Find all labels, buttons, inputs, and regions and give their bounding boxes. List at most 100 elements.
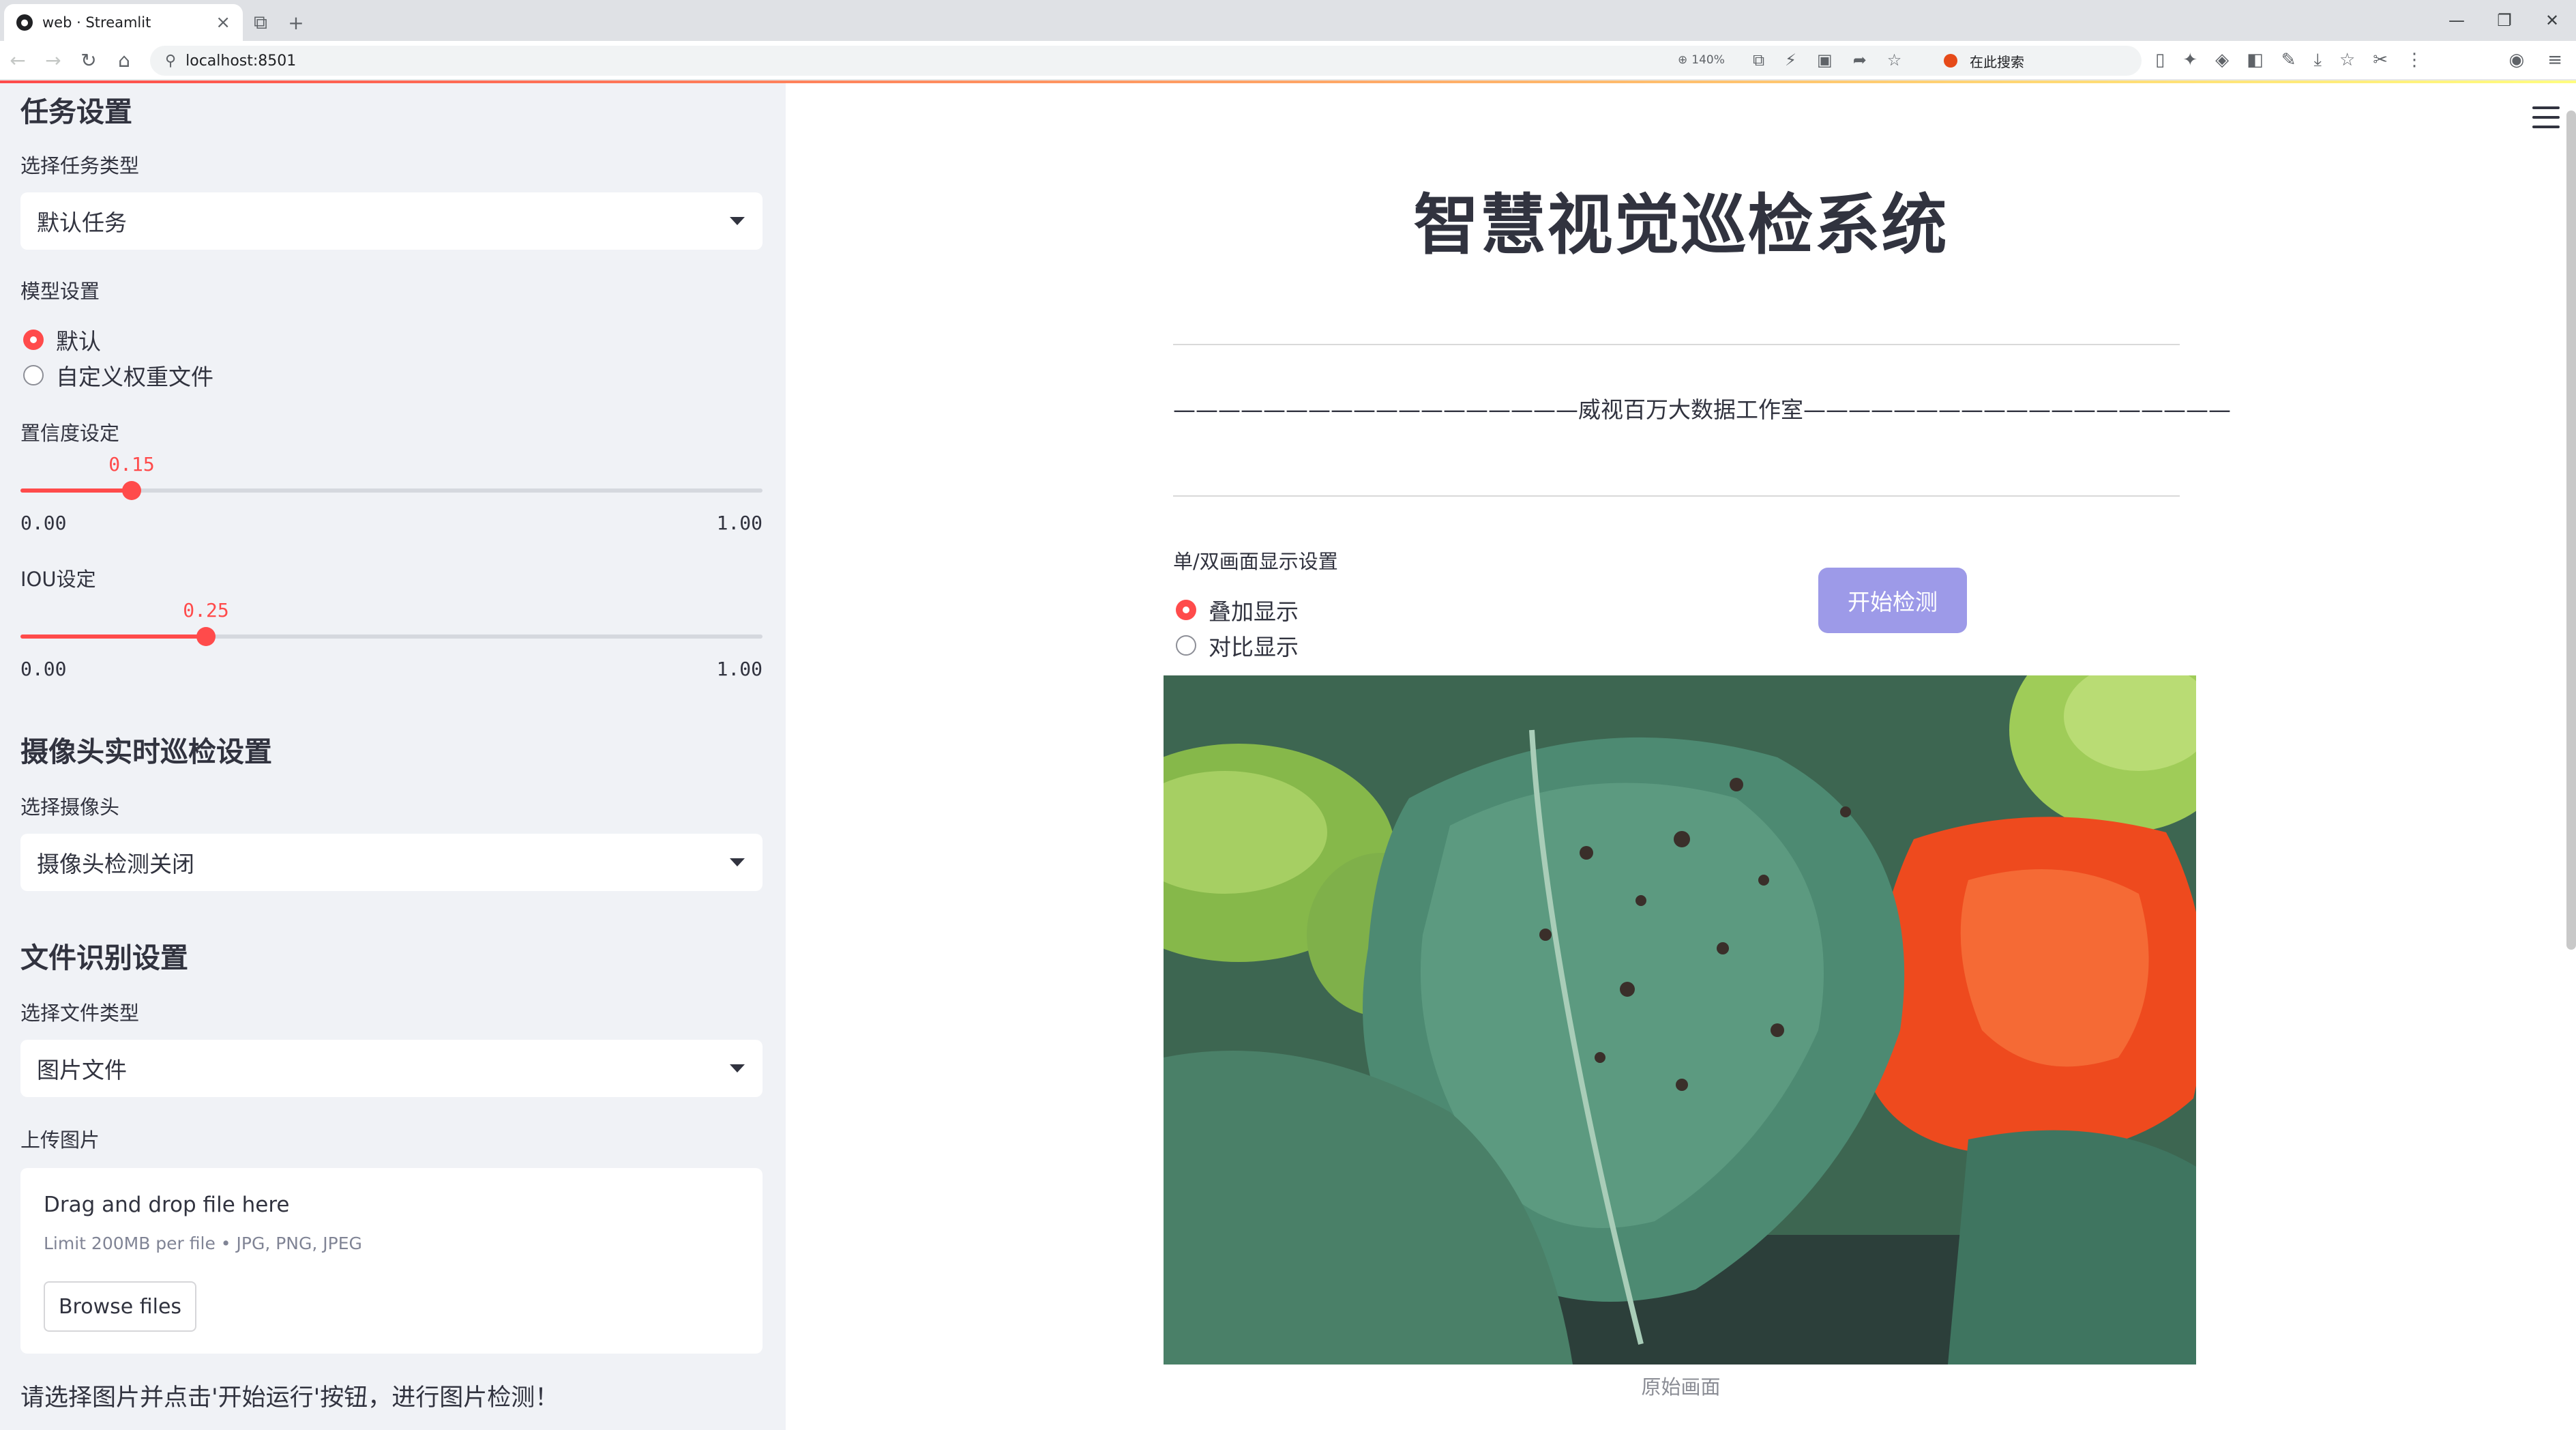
task-type-label: 选择任务类型 [20, 154, 140, 177]
bookmark-star-icon[interactable]: ☆ [1887, 50, 1902, 70]
chevron-down-icon [730, 217, 745, 225]
minimize-button[interactable]: — [2433, 0, 2481, 41]
iou-label: IOU设定 [20, 568, 96, 591]
slider-thumb[interactable] [122, 481, 142, 500]
camera-value: 摄像头检测关闭 [37, 851, 194, 877]
home-icon[interactable]: ⌂ [106, 40, 142, 80]
file-type-value: 图片文件 [37, 1057, 127, 1083]
avatar[interactable]: ◉ [2509, 50, 2525, 70]
dropzone-title: Drag and drop file here [44, 1193, 290, 1217]
start-detection-button[interactable]: 开始检测 [1818, 568, 1967, 633]
pen-icon[interactable]: ✎ [2281, 50, 2296, 71]
model-option-label: 默认 [56, 328, 101, 355]
model-option-custom[interactable]: 自定义权重文件 [23, 359, 213, 392]
download-icon[interactable]: ⤓ [2313, 50, 2322, 71]
display-mode-label: 单/双画面显示设置 [1173, 550, 1338, 573]
url-bar-actions: ⧉ ⚡ ▣ ➦ ☆ [1753, 50, 1901, 70]
browser-search-box[interactable]: 在此搜索 [1937, 48, 2142, 74]
task-settings-heading: 任务设置 [20, 96, 132, 128]
studio-subtitle: ——————————————————威视百万大数据工作室————————————… [1173, 396, 2231, 423]
extension-icon[interactable]: ◈ [2215, 50, 2229, 71]
zoom-icon: ⊕ [1678, 53, 1688, 67]
chevron-down-icon [730, 858, 745, 866]
translate-icon[interactable]: ⧉ [1753, 50, 1764, 70]
iou-max: 1.00 [716, 658, 763, 680]
share-icon[interactable]: ➦ [1853, 50, 1867, 70]
ai-sparkle-icon[interactable]: ✦ [2182, 50, 2197, 71]
zoom-level: 140% [1691, 53, 1725, 67]
screenshot-icon[interactable]: ▣ [1817, 50, 1833, 70]
camera-settings-heading: 摄像头实时巡检设置 [20, 735, 272, 768]
iou-min: 0.00 [20, 658, 67, 680]
back-arrow-icon[interactable]: ← [0, 40, 35, 80]
profile-area: ◉ ≡ [2509, 50, 2562, 70]
file-settings-heading: 文件识别设置 [20, 942, 188, 974]
radio-unselected-icon[interactable] [1176, 635, 1196, 656]
iou-value: 0.25 [183, 599, 229, 622]
display-option-label: 叠加显示 [1209, 598, 1299, 625]
divider [1173, 344, 2180, 345]
radio-selected-icon[interactable] [1176, 600, 1196, 620]
more-vert-icon[interactable]: ⋮ [2405, 50, 2423, 71]
tab-close-icon[interactable]: × [216, 12, 231, 33]
search-placeholder: 在此搜索 [1970, 53, 2024, 70]
lightning-icon[interactable]: ⚡ [1785, 50, 1796, 70]
iou-slider[interactable] [20, 627, 763, 646]
model-option-default[interactable]: 默认 [23, 323, 101, 356]
confidence-max: 1.00 [716, 512, 763, 534]
task-type-value: 默认任务 [37, 209, 127, 236]
forward-arrow-icon[interactable]: → [35, 40, 71, 80]
slider-fill [20, 634, 206, 639]
upload-hint-text: 请选择图片并点击'开始运行'按钮，进行图片检测！ [20, 1384, 559, 1412]
slider-fill [20, 488, 132, 493]
file-uploader-dropzone[interactable]: Drag and drop file here Limit 200MB per … [20, 1168, 763, 1354]
browser-menu-icon[interactable]: ≡ [2547, 50, 2562, 70]
display-option-overlay[interactable]: 叠加显示 [1176, 594, 1299, 626]
browser-tab-bar: ● web · Streamlit × ⧉ + — ❐ ✕ [0, 0, 2576, 41]
zoom-indicator[interactable]: ⊕ 140% [1678, 53, 1725, 67]
model-settings-label: 模型设置 [20, 280, 100, 303]
tab-title: web · Streamlit [42, 14, 151, 31]
page-title: 智慧视觉巡检系统 [1413, 187, 1949, 263]
reload-icon[interactable]: ↻ [71, 40, 106, 80]
restore-button[interactable]: ❐ [2481, 0, 2528, 41]
confidence-label: 置信度设定 [20, 422, 120, 445]
radio-selected-icon[interactable] [23, 330, 44, 350]
url-text: localhost:8501 [186, 52, 297, 70]
model-option-label: 自定义权重文件 [56, 364, 213, 390]
radio-unselected-icon[interactable] [23, 365, 44, 385]
divider [1173, 495, 2180, 497]
tomato-leaf-image [1164, 675, 2196, 1365]
dropzone-limit: Limit 200MB per file • JPG, PNG, JPEG [44, 1234, 362, 1253]
main-content: 智慧视觉巡检系统 ——————————————————威视百万大数据工作室———… [786, 83, 2576, 1430]
scissors-icon[interactable]: ✂ [2373, 50, 2388, 71]
display-option-label: 对比显示 [1209, 634, 1299, 660]
camera-select[interactable]: 摄像头检测关闭 [20, 834, 763, 891]
close-window-button[interactable]: ✕ [2528, 0, 2576, 41]
chevron-down-icon [730, 1064, 745, 1072]
collection-icon[interactable]: ◧ [2247, 50, 2264, 71]
hamburger-menu-icon[interactable] [2532, 106, 2560, 128]
browser-toolbar: ← → ↻ ⌂ ⚲ localhost:8501 ⊕ 140% ⧉ ⚡ ▣ ➦ … [0, 41, 2576, 81]
upload-label: 上传图片 [20, 1128, 100, 1152]
site-info-icon[interactable]: ⚲ [165, 53, 176, 70]
display-option-compare[interactable]: 对比显示 [1176, 629, 1299, 662]
task-type-select[interactable]: 默认任务 [20, 192, 763, 250]
image-caption: 原始画面 [1641, 1375, 1721, 1399]
slider-thumb[interactable] [196, 627, 216, 646]
favorites-icon[interactable]: ☆ [2339, 50, 2355, 71]
browser-tab[interactable]: ● web · Streamlit × [4, 4, 243, 41]
file-type-select[interactable]: 图片文件 [20, 1040, 763, 1097]
new-tab-button[interactable]: + [278, 4, 314, 41]
search-engine-icon[interactable] [1944, 54, 1957, 68]
browse-files-button[interactable]: Browse files [44, 1281, 196, 1332]
original-image [1164, 675, 2196, 1365]
sidebar: 任务设置 选择任务类型 默认任务 模型设置 默认 自定义权重文件 置信度设定 0… [0, 83, 786, 1430]
camera-label: 选择摄像头 [20, 796, 120, 819]
window-controls: — ❐ ✕ [2433, 0, 2576, 41]
phone-icon[interactable]: ▯ [2155, 50, 2165, 71]
file-type-label: 选择文件类型 [20, 1002, 140, 1025]
confidence-slider[interactable] [20, 481, 763, 500]
confidence-min: 0.00 [20, 512, 67, 534]
tab-list-icon[interactable]: ⧉ [243, 4, 278, 41]
